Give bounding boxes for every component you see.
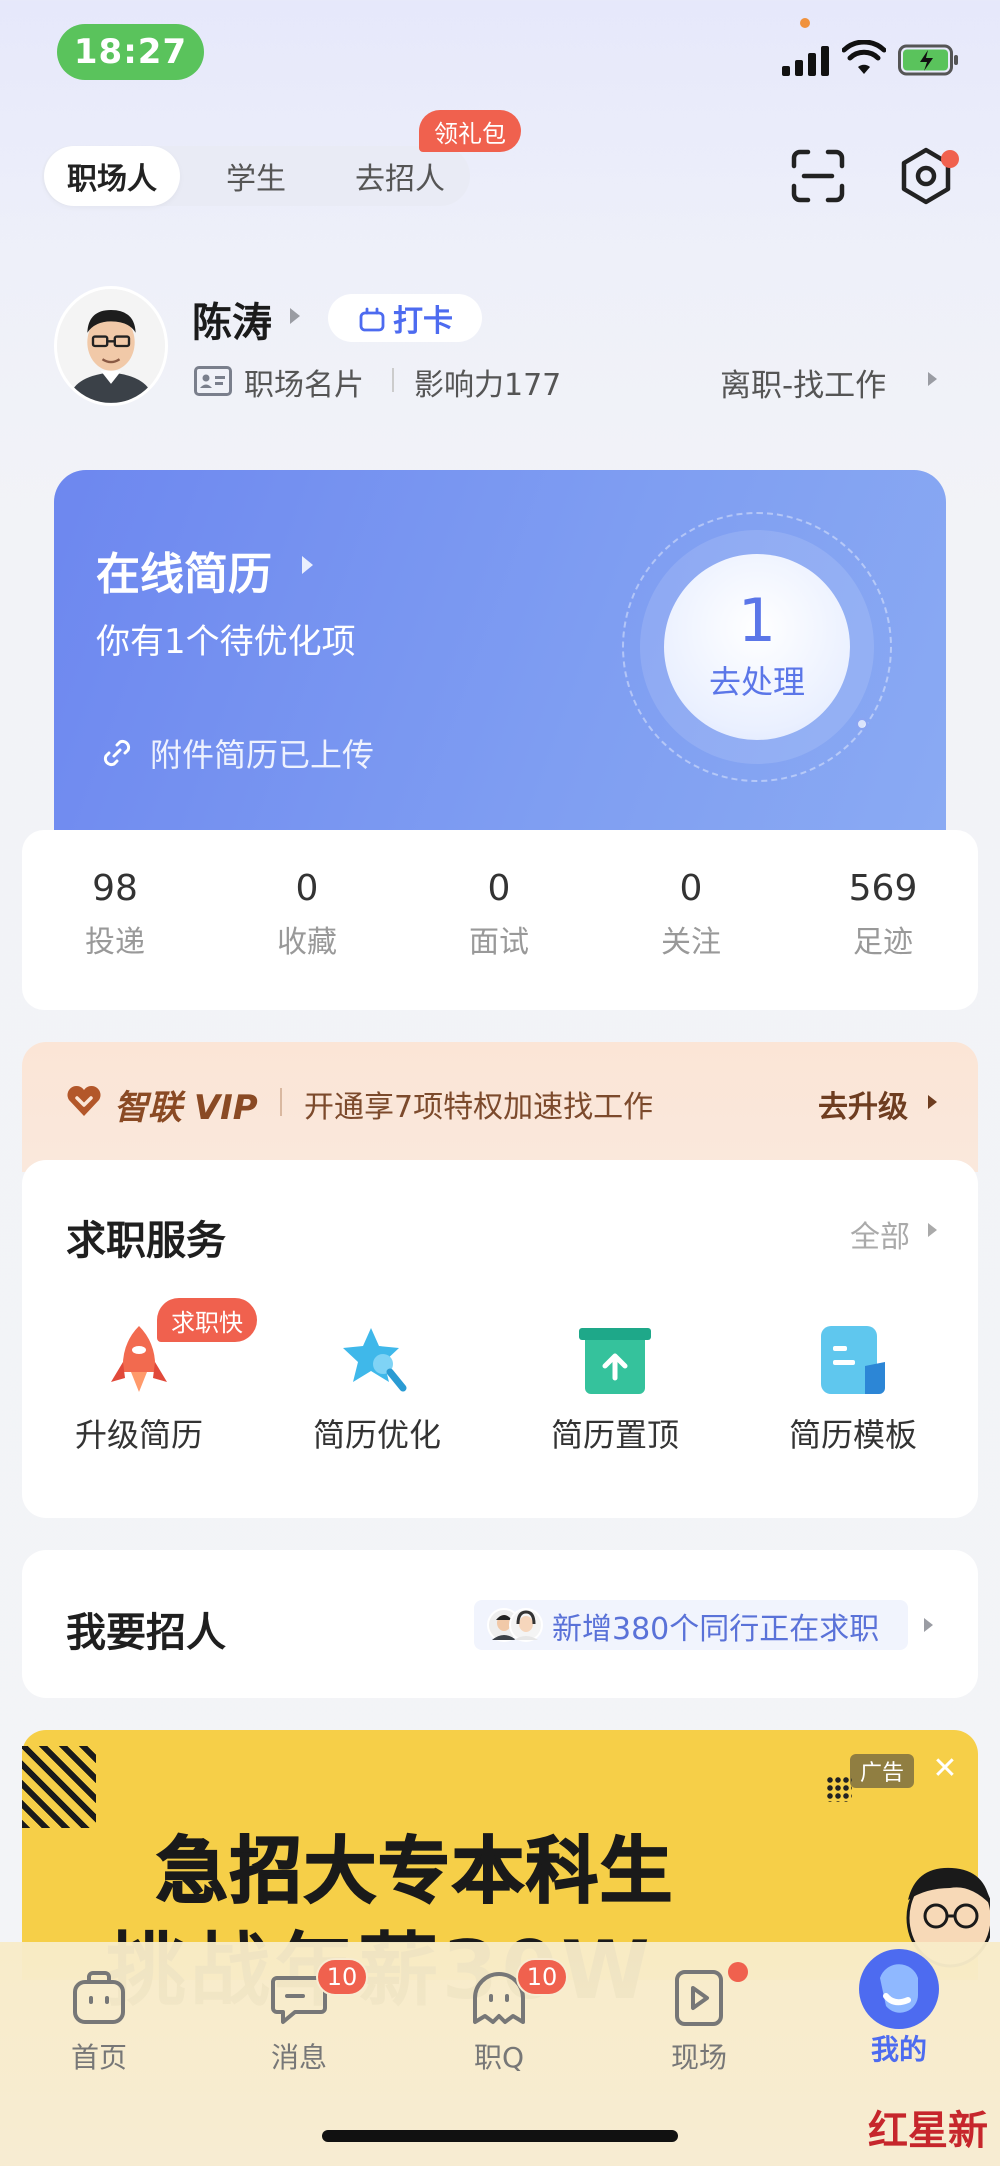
job-status[interactable]: 离职-找工作 [720, 360, 886, 405]
business-card-link[interactable]: 职场名片 [244, 360, 364, 404]
ad-label-badge: 广告 [850, 1754, 914, 1788]
ring-dot-decoration [856, 718, 868, 730]
service-resume-template[interactable]: 简历模板 [753, 1410, 953, 1456]
live-notification-dot [728, 1962, 748, 1982]
stat-value: 0 [679, 868, 703, 909]
wifi-icon [842, 40, 886, 74]
ad-dot-grid-decoration [826, 1776, 852, 1802]
battery-charging-icon [898, 44, 958, 76]
pin-top-box-icon[interactable] [577, 1322, 653, 1398]
influence-score[interactable]: 影响力177 [414, 360, 561, 404]
user-name[interactable]: 陈涛 [192, 290, 272, 348]
profile-icon [859, 1949, 939, 2029]
fast-job-badge: 求职快 [157, 1298, 257, 1342]
stat-interviews[interactable]: 0 面试 [424, 868, 574, 961]
nav-home[interactable]: 首页 [39, 1968, 159, 2076]
tab-professional[interactable]: 职场人 [44, 146, 180, 206]
job-seekers-avatars-icon [487, 1608, 543, 1642]
pending-items-button[interactable]: 1 去处理 [664, 554, 850, 740]
cellular-signal-icon [782, 46, 830, 76]
stat-footprints[interactable]: 569 足迹 [808, 868, 958, 961]
template-doc-icon[interactable] [815, 1322, 891, 1398]
stat-value: 98 [92, 868, 138, 909]
service-upgrade-resume[interactable]: 升级简历 [39, 1410, 239, 1456]
job-status-chevron-icon [928, 372, 937, 386]
nav-label: 首页 [70, 2041, 127, 2074]
ad-headline: 急招大专本科生 [155, 1828, 675, 1914]
qa-count-badge: 10 [516, 1958, 568, 1996]
vip-brand: 智联 VIP [114, 1088, 258, 1128]
divider [392, 368, 394, 392]
resume-title[interactable]: 在线简历 [96, 538, 272, 602]
stat-label: 收藏 [277, 925, 337, 960]
recruit-title[interactable]: 我要招人 [66, 1600, 226, 1658]
ad-close-icon[interactable]: ✕ [932, 1752, 958, 1786]
nav-label: 现场 [670, 2041, 727, 2074]
pending-count: 1 [737, 586, 777, 656]
stat-label: 足迹 [853, 925, 913, 960]
recruit-chevron-icon [924, 1618, 933, 1632]
stat-favorites[interactable]: 0 收藏 [232, 868, 382, 961]
vip-description: 开通享7项特权加速找工作 [304, 1090, 654, 1125]
avatar[interactable] [54, 286, 168, 406]
stat-following[interactable]: 0 关注 [616, 868, 766, 961]
ad-stripe-decoration [22, 1746, 96, 1828]
attachment-resume-status[interactable]: 附件简历已上传 [150, 730, 374, 776]
vip-upgrade-button[interactable]: 去升级 [818, 1082, 908, 1126]
stat-label: 面试 [469, 925, 529, 960]
nav-live[interactable]: 现场 [639, 1968, 759, 2076]
tab-student[interactable]: 学生 [196, 146, 316, 206]
divider [280, 1088, 282, 1116]
vip-heart-icon [67, 1085, 101, 1116]
messages-count-badge: 10 [316, 1958, 368, 1996]
service-pin-resume[interactable]: 简历置顶 [515, 1410, 715, 1456]
scan-icon[interactable] [790, 148, 846, 204]
stat-value: 0 [295, 868, 319, 909]
status-time: 18:27 [57, 24, 204, 80]
live-icon [675, 1970, 723, 2026]
watermark-logo: 红星新闻 [868, 2107, 988, 2166]
link-icon [103, 739, 131, 767]
home-indicator[interactable] [322, 2130, 678, 2142]
stat-value: 569 [848, 868, 918, 909]
nav-label: 消息 [270, 2041, 327, 2074]
services-title: 求职服务 [66, 1218, 226, 1264]
stat-label: 投递 [85, 925, 145, 960]
services-chevron-icon [928, 1223, 937, 1237]
recruit-promo-text[interactable]: 新增380个同行正在求职 [552, 1604, 879, 1648]
home-bag-icon [73, 1971, 125, 2024]
gift-bag-icon [359, 307, 385, 332]
checkin-label: 打卡 [393, 304, 453, 339]
process-label: 去处理 [708, 663, 805, 701]
stat-applications[interactable]: 98 投递 [40, 868, 190, 961]
name-chevron-right-icon [290, 308, 300, 324]
resume-subtitle: 你有1个待优化项 [96, 622, 356, 662]
tab-recruit[interactable]: 去招人 [334, 146, 466, 206]
services-all-link[interactable]: 全部 [850, 1212, 910, 1256]
stat-value: 0 [487, 868, 511, 909]
settings-notification-dot [941, 150, 959, 168]
gift-package-badge[interactable]: 领礼包 [419, 110, 521, 152]
nav-label: 职Q [473, 2041, 525, 2074]
stat-label: 关注 [661, 925, 721, 960]
business-card-icon [194, 366, 232, 396]
star-magnifier-icon[interactable] [339, 1322, 415, 1398]
checkin-button[interactable]: 打卡 [328, 294, 482, 342]
service-optimize-resume[interactable]: 简历优化 [277, 1410, 477, 1456]
privacy-indicator-dot [800, 18, 810, 28]
nav-label: 我的 [870, 2033, 927, 2066]
resume-chevron-icon [302, 556, 313, 574]
nav-profile[interactable]: 我的 [839, 1949, 959, 2068]
vip-chevron-icon [928, 1095, 937, 1109]
